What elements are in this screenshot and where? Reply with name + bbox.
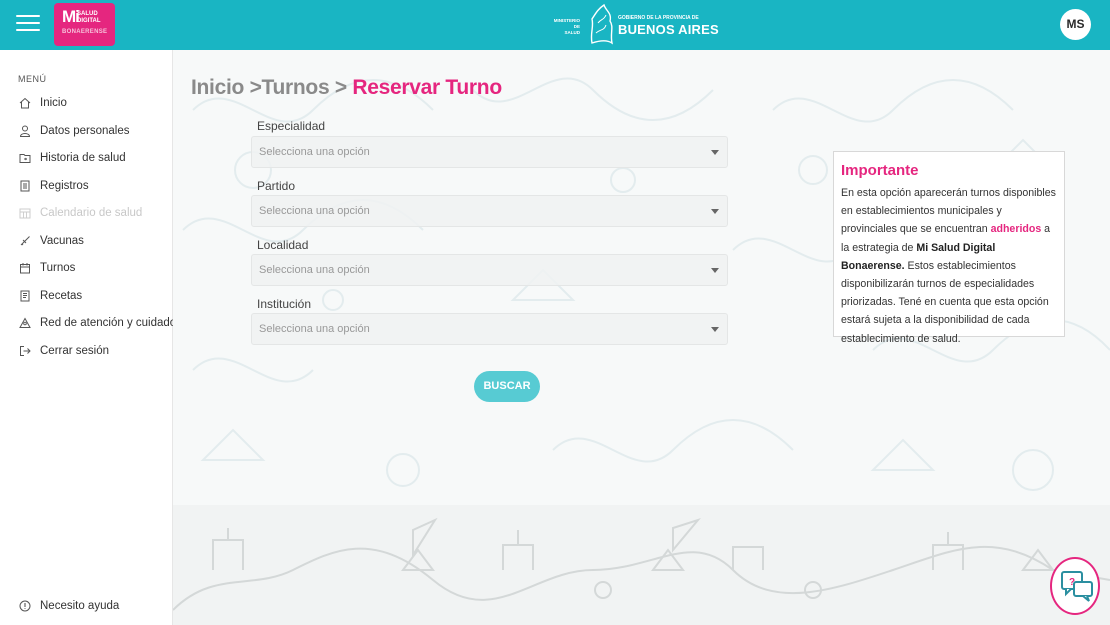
main-content: Inicio >Turnos > Reservar Turno Especial… (173, 50, 1110, 625)
select-placeholder: Selecciona una opción (259, 146, 370, 158)
sidebar-item-vacunas[interactable]: Vacunas (18, 232, 84, 250)
sidebar-item-red-de-atencion[interactable]: Red de atención y cuidados (18, 314, 182, 332)
folder-icon (18, 152, 31, 165)
chat-help-icon: ? (1061, 571, 1093, 602)
select-placeholder: Selecciona una opción (259, 323, 370, 335)
calendar-icon (18, 262, 31, 275)
breadcrumb: Inicio >Turnos > Reservar Turno (191, 76, 502, 100)
localidad-label: Localidad (257, 238, 309, 252)
help-chat-button[interactable]: ? (1050, 557, 1100, 615)
sidebar-item-label: Vacunas (40, 235, 84, 247)
top-bar: Mi SALUD DIGITAL BONAERENSE MINISTERIO D… (0, 0, 1110, 50)
buscar-button[interactable]: BUSCAR (474, 371, 540, 402)
sidebar-item-label: Registros (40, 180, 89, 192)
user-icon (18, 125, 31, 138)
home-icon (18, 97, 31, 110)
sidebar-item-turnos[interactable]: Turnos (18, 259, 75, 277)
important-info-box: Importante En esta opción aparecerán tur… (833, 151, 1065, 345)
hamburger-menu-icon[interactable] (16, 15, 40, 33)
sidebar-item-label: Calendario de salud (40, 207, 143, 219)
sidebar-item-calendario-de-salud: Calendario de salud (18, 204, 142, 222)
logo-bonaerense: BONAERENSE (62, 29, 108, 35)
page-title: Reservar Turno (352, 76, 502, 99)
chevron-down-icon (711, 209, 719, 214)
sidebar-item-label: Historia de salud (40, 152, 126, 164)
gov-buenos-aires: BUENOS AIRES (618, 22, 719, 37)
sidebar-item-recetas[interactable]: Recetas (18, 287, 82, 305)
sidebar-item-label: Necesito ayuda (40, 600, 120, 612)
svg-text:?: ? (1069, 577, 1075, 588)
sidebar-item-label: Datos personales (40, 125, 130, 137)
sidebar-item-label: Turnos (40, 262, 76, 274)
sidebar-item-necesito-ayuda[interactable]: Necesito ayuda (18, 597, 119, 615)
sidebar-item-cerrar-sesion[interactable]: Cerrar sesión (18, 342, 109, 360)
sidebar-item-inicio[interactable]: Inicio (18, 94, 67, 112)
breadcrumb-path[interactable]: Inicio >Turnos > (191, 76, 352, 99)
info-box-text: En esta opción aparecerán turnos disponi… (841, 187, 1056, 345)
adheridos-highlight: adheridos (990, 223, 1042, 236)
partido-label: Partido (257, 179, 296, 193)
chevron-down-icon (711, 327, 719, 332)
logout-icon (18, 345, 31, 358)
sidebar-item-label: Red de atención y cuidados (40, 317, 182, 329)
prescription-icon (18, 290, 31, 303)
especialidad-select[interactable]: Selecciona una opción (251, 136, 728, 168)
sidebar-item-label: Recetas (40, 290, 83, 302)
calendar-grid-icon (18, 207, 31, 220)
sidebar: MENÚ Inicio Datos personales Historia de… (0, 50, 182, 625)
select-placeholder: Selecciona una opción (259, 264, 370, 276)
gov-ministerio: MINISTERIO DE SALUD (553, 18, 580, 35)
document-icon (18, 180, 31, 193)
menu-title: MENÚ (18, 74, 47, 84)
logo-salud-digital: SALUD DIGITAL (77, 11, 101, 24)
institucion-select[interactable]: Selecciona una opción (251, 313, 728, 345)
user-avatar[interactable]: MS (1060, 9, 1091, 40)
province-emblem-icon (590, 3, 614, 45)
especialidad-label: Especialidad (257, 119, 326, 133)
sidebar-item-label: Inicio (40, 97, 67, 109)
network-icon (18, 317, 31, 330)
mi-salud-digital-logo[interactable]: Mi SALUD DIGITAL BONAERENSE (54, 3, 115, 46)
select-placeholder: Selecciona una opción (259, 205, 370, 217)
chevron-down-icon (711, 268, 719, 273)
localidad-select[interactable]: Selecciona una opción (251, 254, 728, 286)
help-circle-icon (18, 600, 31, 613)
syringe-icon (18, 235, 31, 248)
partido-select[interactable]: Selecciona una opción (251, 195, 728, 227)
sidebar-item-label: Cerrar sesión (40, 345, 110, 357)
sidebar-item-datos-personales[interactable]: Datos personales (18, 122, 130, 140)
sidebar-item-registros[interactable]: Registros (18, 177, 89, 195)
institucion-label: Institución (257, 297, 312, 311)
info-box-title: Importante (841, 162, 919, 179)
sidebar-item-historia-de-salud[interactable]: Historia de salud (18, 149, 126, 167)
gov-gobierno: GOBIERNO DE LA PROVINCIA DE (618, 15, 699, 21)
chevron-down-icon (711, 150, 719, 155)
